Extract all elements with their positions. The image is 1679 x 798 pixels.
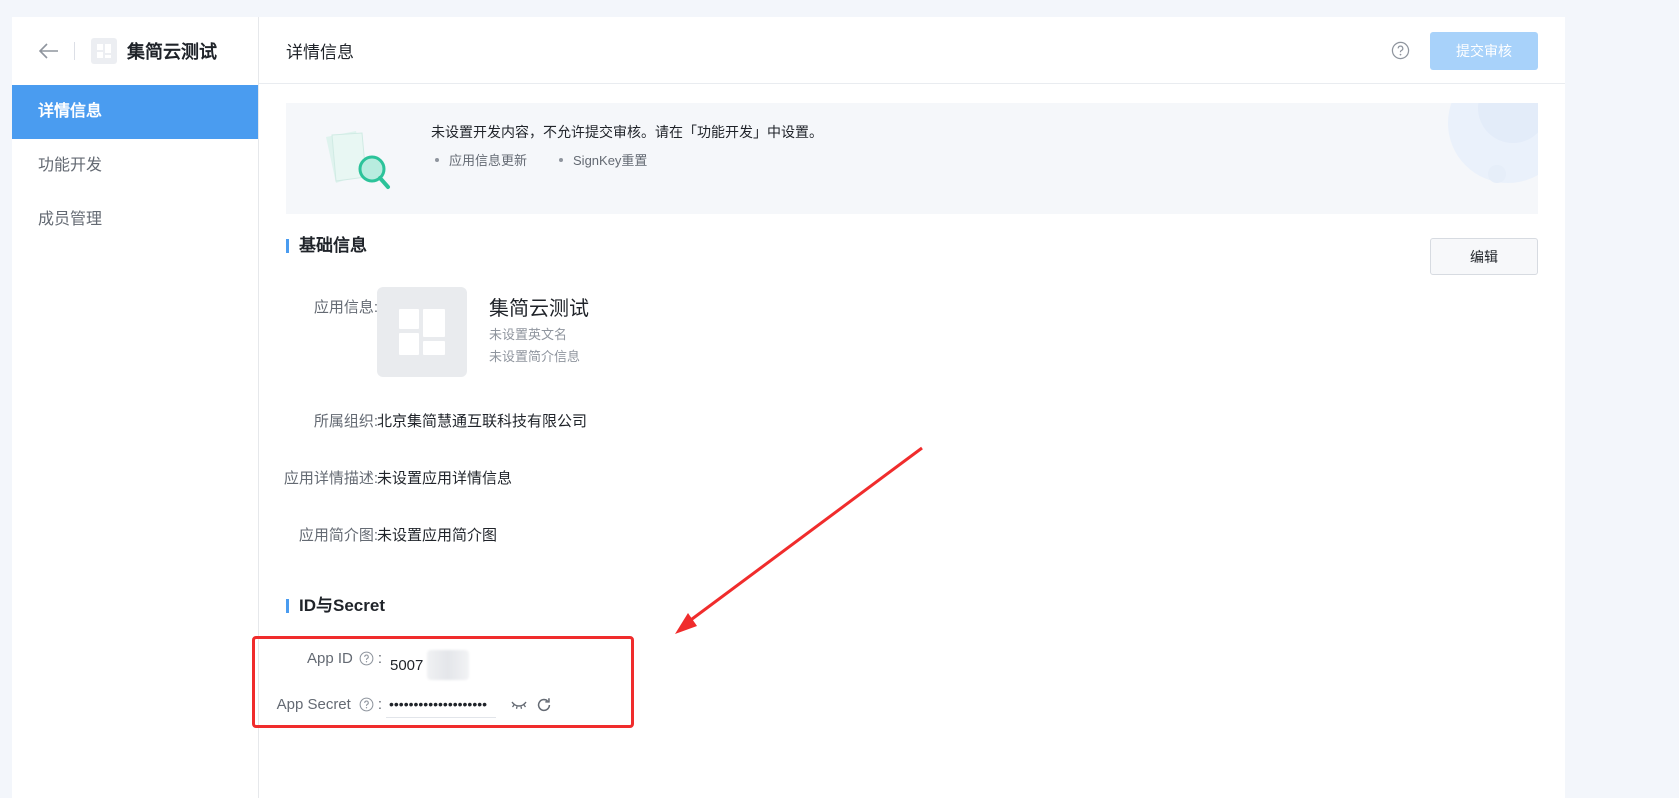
annotation-arrow (675, 446, 923, 634)
